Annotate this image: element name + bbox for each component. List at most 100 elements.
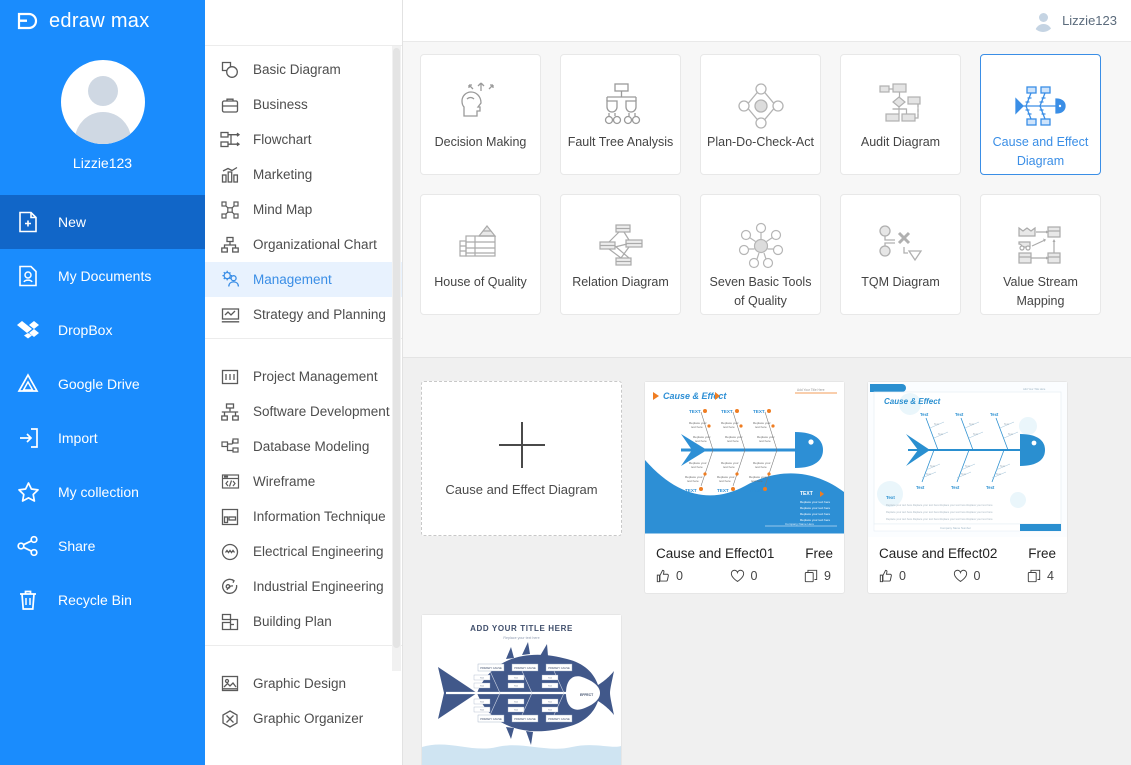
- template-card-house-of-quality[interactable]: House of Quality: [420, 194, 541, 315]
- svg-text:Replace your text here: Replace your text here: [800, 506, 831, 510]
- category-item-database-modeling[interactable]: Database Modeling: [205, 429, 402, 464]
- svg-text:Text: Text: [920, 412, 929, 417]
- basic-diagram-icon: [219, 59, 241, 81]
- category-item-basic-diagram[interactable]: Basic Diagram: [205, 52, 402, 87]
- example-card-cause-and-effect01[interactable]: Cause & Effect Add Your Title Here TEXT …: [644, 381, 845, 594]
- sidebar-item-my-documents[interactable]: My Documents: [0, 249, 205, 303]
- user-menu[interactable]: Lizzie123: [1032, 10, 1117, 32]
- category-item-marketing[interactable]: Marketing: [205, 157, 402, 192]
- sidebar-item-import[interactable]: Import: [0, 411, 205, 465]
- category-item-project-management[interactable]: Project Management: [205, 359, 402, 394]
- category-item-label: Marketing: [253, 167, 313, 182]
- category-item-organizational-chart[interactable]: Organizational Chart: [205, 227, 402, 262]
- svg-text:TEXT: TEXT: [753, 409, 765, 414]
- template-card-decision-making[interactable]: Decision Making: [420, 54, 541, 175]
- svg-text:Add Your Title Here: Add Your Title Here: [1023, 387, 1046, 391]
- strategy-chart-icon: [219, 304, 241, 326]
- svg-text:Replace your text here.Replace: Replace your text here.Replace your text…: [886, 503, 993, 507]
- category-item-industrial-engineering[interactable]: Industrial Engineering: [205, 569, 402, 604]
- template-card-relation-diagram[interactable]: Relation Diagram: [560, 194, 681, 315]
- sidebar-item-label: DropBox: [58, 322, 113, 338]
- example-card-cause-and-effect02[interactable]: Cause & Effect Add Your Title Here Text …: [867, 381, 1068, 594]
- svg-text:Replace your text here: Replace your text here: [503, 636, 539, 640]
- category-item-software-development[interactable]: Software Development: [205, 394, 402, 429]
- svg-text:text here: text here: [687, 479, 699, 483]
- sidebar-nav: New My Documents DropBox Google Drive Im…: [0, 195, 205, 627]
- user-avatar-icon[interactable]: [60, 60, 145, 144]
- svg-text:Replace your text here: Replace your text here: [800, 512, 831, 516]
- template-card-label: Value Stream Mapping: [1003, 275, 1078, 308]
- template-card-tqm-diagram[interactable]: TQM Diagram: [840, 194, 961, 315]
- thumbs-up-icon: [879, 569, 892, 583]
- fault-tree-icon: [595, 75, 647, 137]
- svg-text:Text: Text: [1000, 464, 1005, 468]
- svg-text:TEXT: TEXT: [689, 409, 701, 414]
- category-item-management[interactable]: Management: [205, 262, 402, 297]
- examples-section: Cause and Effect Diagram Cause & Effect: [403, 358, 1131, 765]
- template-card-label: Seven Basic Tools of Quality: [709, 275, 812, 308]
- category-item-graphic-organizer[interactable]: Graphic Organizer: [205, 701, 402, 736]
- industrial-engineering-icon: [219, 576, 241, 598]
- sidebar-item-label: Google Drive: [58, 376, 140, 392]
- favorites-stat[interactable]: 0: [730, 569, 757, 583]
- template-card-label: TQM Diagram: [861, 275, 940, 289]
- pdca-icon: [735, 75, 787, 137]
- template-card-fault-tree-analysis[interactable]: Fault Tree Analysis: [560, 54, 681, 175]
- sidebar-item-google-drive[interactable]: Google Drive: [0, 357, 205, 411]
- sidebar-item-share[interactable]: Share: [0, 519, 205, 573]
- category-item-strategy-and-planning[interactable]: Strategy and Planning: [205, 297, 402, 332]
- copies-stat[interactable]: 9: [804, 569, 831, 583]
- category-group-1: Basic Diagram Business Flowchart Marketi…: [205, 46, 402, 338]
- svg-text:PRIMARY CAUSE: PRIMARY CAUSE: [548, 717, 570, 721]
- svg-text:TEXT: TEXT: [721, 409, 733, 414]
- svg-text:text here: text here: [755, 465, 767, 469]
- likes-count: 0: [899, 569, 906, 583]
- avatar: [1032, 10, 1054, 32]
- svg-text:PRIMARY CAUSE: PRIMARY CAUSE: [514, 717, 536, 721]
- template-card-cause-and-effect-diagram[interactable]: Cause and Effect Diagram: [980, 54, 1101, 175]
- example-card-cause-effect-1[interactable]: ADD YOUR TITLE HERE Replace your text he…: [421, 614, 622, 765]
- svg-text:TEXT: TEXT: [685, 488, 697, 493]
- sidebar-item-dropbox[interactable]: DropBox: [0, 303, 205, 357]
- category-item-wireframe[interactable]: Wireframe: [205, 464, 402, 499]
- org-chart-icon: [219, 234, 241, 256]
- svg-text:TEXT: TEXT: [717, 488, 729, 493]
- copies-stat[interactable]: 4: [1027, 569, 1054, 583]
- category-item-electrical-engineering[interactable]: Electrical Engineering: [205, 534, 402, 569]
- favorites-stat[interactable]: 0: [953, 569, 980, 583]
- example-title: Cause and Effect02: [879, 546, 998, 561]
- svg-text:Text: Text: [990, 412, 999, 417]
- svg-text:Text: Text: [916, 485, 925, 490]
- sidebar-item-my-collection[interactable]: My collection: [0, 465, 205, 519]
- new-blank-document-card[interactable]: Cause and Effect Diagram: [421, 381, 622, 536]
- category-item-business[interactable]: Business: [205, 87, 402, 122]
- category-item-graphic-design[interactable]: Graphic Design: [205, 666, 402, 701]
- template-card-audit-diagram[interactable]: Audit Diagram: [840, 54, 961, 175]
- svg-text:Text: Text: [480, 685, 484, 688]
- top-bar: Search Lizzie123: [403, 0, 1131, 42]
- template-card-label: Relation Diagram: [572, 275, 669, 289]
- template-card-plan-do-check-act[interactable]: Plan-Do-Check-Act: [700, 54, 821, 175]
- svg-text:Text: Text: [1004, 422, 1009, 426]
- brand: edraw max: [0, 0, 205, 42]
- category-scrollbar-thumb[interactable]: [393, 48, 400, 648]
- sidebar-item-new[interactable]: New: [0, 195, 205, 249]
- category-item-flowchart[interactable]: Flowchart: [205, 122, 402, 157]
- template-card-label: House of Quality: [434, 275, 527, 289]
- category-item-information-technique[interactable]: Information Technique: [205, 499, 402, 534]
- template-card-seven-basic-tools-of-quality[interactable]: Seven Basic Tools of Quality: [700, 194, 821, 315]
- category-item-mind-map[interactable]: Mind Map: [205, 192, 402, 227]
- template-card-value-stream-mapping[interactable]: Value Stream Mapping: [980, 194, 1101, 315]
- sidebar-item-recycle-bin[interactable]: Recycle Bin: [0, 573, 205, 627]
- category-item-building-plan[interactable]: Building Plan: [205, 604, 402, 639]
- category-item-label: Management: [253, 272, 332, 287]
- svg-text:Text: Text: [514, 677, 518, 680]
- edraw-max-window: edraw max Lizzie123 New My Documents Dro…: [0, 0, 1131, 765]
- svg-text:Cause & Effect: Cause & Effect: [884, 397, 941, 406]
- svg-text:Text: Text: [480, 701, 484, 704]
- svg-text:Text: Text: [996, 472, 1001, 476]
- likes-stat[interactable]: 0: [656, 569, 683, 583]
- svg-text:Text: Text: [480, 709, 484, 712]
- likes-stat[interactable]: 0: [879, 569, 906, 583]
